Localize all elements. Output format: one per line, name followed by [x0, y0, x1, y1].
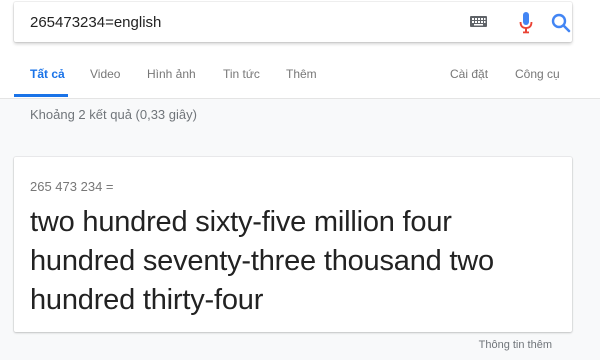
active-tab-indicator — [14, 94, 68, 97]
header: Tất cả Video Hình ảnh Tin tức Thêm Cài đ… — [0, 0, 600, 99]
tab-tools[interactable]: Công cụ — [515, 60, 560, 96]
tab-news[interactable]: Tin tức — [223, 60, 260, 96]
calculator-answer: two hundred sixty-five million four hund… — [30, 206, 494, 316]
tab-bar: Tất cả Video Hình ảnh Tin tức Thêm Cài đ… — [0, 60, 600, 98]
calculator-equation: 265 473 234 = — [30, 179, 114, 194]
calculator-card: 265 473 234 = two hundred sixty-five mil… — [14, 157, 572, 332]
search-results-page: Tất cả Video Hình ảnh Tin tức Thêm Cài đ… — [0, 0, 600, 360]
tab-images[interactable]: Hình ảnh — [147, 60, 196, 96]
keyboard-icon[interactable] — [470, 16, 487, 27]
more-info-link[interactable]: Thông tin thêm — [479, 338, 552, 352]
search-box[interactable] — [14, 2, 572, 42]
tab-video[interactable]: Video — [90, 60, 120, 96]
result-stats: Khoảng 2 kết quả (0,33 giây) — [30, 107, 197, 122]
tab-more[interactable]: Thêm — [286, 60, 317, 96]
search-icon[interactable] — [551, 13, 571, 33]
search-input[interactable] — [30, 13, 450, 33]
microphone-icon[interactable] — [519, 12, 533, 34]
tab-settings[interactable]: Cài đặt — [450, 60, 488, 96]
tab-all[interactable]: Tất cả — [30, 60, 65, 96]
